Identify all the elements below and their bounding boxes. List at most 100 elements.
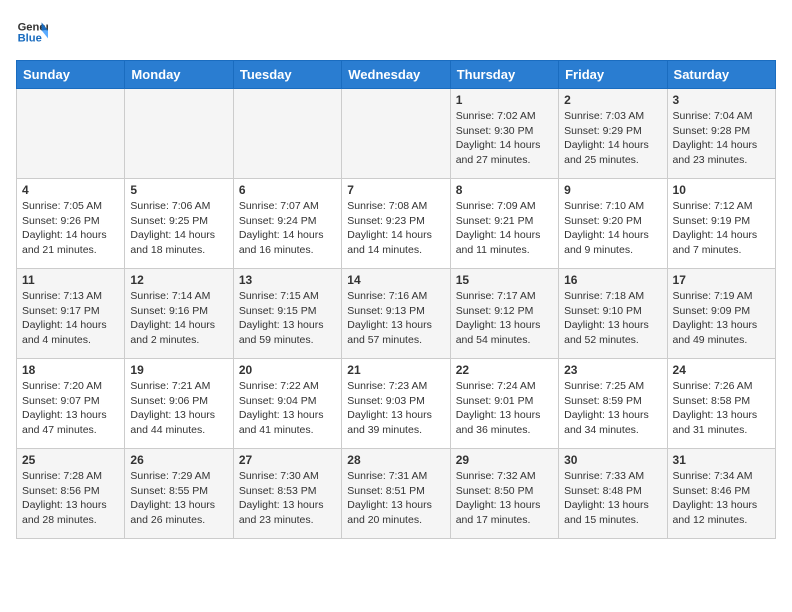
cell-content: Sunrise: 7:02 AM Sunset: 9:30 PM Dayligh… — [456, 109, 553, 168]
calendar-cell: 13Sunrise: 7:15 AM Sunset: 9:15 PM Dayli… — [233, 269, 341, 359]
cell-content: Sunrise: 7:10 AM Sunset: 9:20 PM Dayligh… — [564, 199, 661, 258]
calendar-cell: 16 Sunrise: 7:18 AM Sunset: 9:10 PM Dayli… — [559, 269, 667, 359]
cell-content: Sunrise: 7:18 AM Sunset: 9:10 PM Dayligh… — [564, 289, 661, 348]
calendar-cell: 2Sunrise: 7:03 AM Sunset: 9:29 PM Daylig… — [559, 89, 667, 179]
calendar-cell — [342, 89, 450, 179]
day-number: 15 — [456, 273, 553, 287]
day-number: 6 — [239, 183, 336, 197]
calendar-cell: 25Sunrise: 7:28 AM Sunset: 8:56 PM Dayli… — [17, 449, 125, 539]
cell-content: Sunrise: 7:24 AM Sunset: 9:01 PM Dayligh… — [456, 379, 553, 438]
day-number: 7 — [347, 183, 444, 197]
cell-content: Sunrise: 7:19 AM Sunset: 9:09 PM Dayligh… — [673, 289, 770, 348]
calendar-cell: 23 Sunrise: 7:25 AM Sunset: 8:59 PM Dayli… — [559, 359, 667, 449]
day-number: 9 — [564, 183, 661, 197]
header-row: SundayMondayTuesdayWednesdayThursdayFrid… — [17, 61, 776, 89]
cell-content: Sunrise: 7:23 AM Sunset: 9:03 PM Dayligh… — [347, 379, 444, 438]
day-number: 29 — [456, 453, 553, 467]
day-number: 1 — [456, 93, 553, 107]
calendar-cell — [17, 89, 125, 179]
calendar-cell: 12 Sunrise: 7:14 AM Sunset: 9:16 PM Dayli… — [125, 269, 233, 359]
day-number: 31 — [673, 453, 770, 467]
cell-content: Sunrise: 7:08 AM Sunset: 9:23 PM Dayligh… — [347, 199, 444, 258]
day-number: 14 — [347, 273, 444, 287]
svg-text:Blue: Blue — [18, 33, 42, 45]
day-number: 11 — [22, 273, 119, 287]
logo-icon: General Blue — [16, 16, 48, 48]
calendar-table: SundayMondayTuesdayWednesdayThursdayFrid… — [16, 60, 776, 539]
calendar-cell: 7 Sunrise: 7:08 AM Sunset: 9:23 PM Daylig… — [342, 179, 450, 269]
calendar-cell: 1 Sunrise: 7:02 AM Sunset: 9:30 PM Daylig… — [450, 89, 558, 179]
calendar-cell: 30Sunrise: 7:33 AM Sunset: 8:48 PM Dayli… — [559, 449, 667, 539]
calendar-cell: 17 Sunrise: 7:19 AM Sunset: 9:09 PM Dayli… — [667, 269, 775, 359]
cell-content: Sunrise: 7:21 AM Sunset: 9:06 PM Dayligh… — [130, 379, 227, 438]
calendar-cell: 20 Sunrise: 7:22 AM Sunset: 9:04 PM Dayli… — [233, 359, 341, 449]
cell-content: Sunrise: 7:17 AM Sunset: 9:12 PM Dayligh… — [456, 289, 553, 348]
cell-content: Sunrise: 7:20 AM Sunset: 9:07 PM Dayligh… — [22, 379, 119, 438]
header-day: Monday — [125, 61, 233, 89]
day-number: 20 — [239, 363, 336, 377]
day-number: 8 — [456, 183, 553, 197]
calendar-cell: 19Sunrise: 7:21 AM Sunset: 9:06 PM Dayli… — [125, 359, 233, 449]
cell-content: Sunrise: 7:28 AM Sunset: 8:56 PM Dayligh… — [22, 469, 119, 528]
calendar-cell: 18 Sunrise: 7:20 AM Sunset: 9:07 PM Dayli… — [17, 359, 125, 449]
calendar-cell: 15 Sunrise: 7:17 AM Sunset: 9:12 PM Dayli… — [450, 269, 558, 359]
calendar-cell: 9 Sunrise: 7:10 AM Sunset: 9:20 PM Daylig… — [559, 179, 667, 269]
calendar-cell: 10 Sunrise: 7:12 AM Sunset: 9:19 PM Dayli… — [667, 179, 775, 269]
day-number: 26 — [130, 453, 227, 467]
cell-content: Sunrise: 7:13 AM Sunset: 9:17 PM Dayligh… — [22, 289, 119, 348]
calendar-cell: 11 Sunrise: 7:13 AM Sunset: 9:17 PM Dayli… — [17, 269, 125, 359]
calendar-week-row: 18 Sunrise: 7:20 AM Sunset: 9:07 PM Dayli… — [17, 359, 776, 449]
day-number: 22 — [456, 363, 553, 377]
calendar-week-row: 11 Sunrise: 7:13 AM Sunset: 9:17 PM Dayli… — [17, 269, 776, 359]
cell-content: Sunrise: 7:22 AM Sunset: 9:04 PM Dayligh… — [239, 379, 336, 438]
header-day: Friday — [559, 61, 667, 89]
header-day: Wednesday — [342, 61, 450, 89]
day-number: 16 — [564, 273, 661, 287]
cell-content: Sunrise: 7:34 AM Sunset: 8:46 PM Dayligh… — [673, 469, 770, 528]
calendar-cell — [125, 89, 233, 179]
cell-content: Sunrise: 7:09 AM Sunset: 9:21 PM Dayligh… — [456, 199, 553, 258]
header-day: Thursday — [450, 61, 558, 89]
day-number: 3 — [673, 93, 770, 107]
calendar-week-row: 25Sunrise: 7:28 AM Sunset: 8:56 PM Dayli… — [17, 449, 776, 539]
day-number: 17 — [673, 273, 770, 287]
day-number: 4 — [22, 183, 119, 197]
day-number: 18 — [22, 363, 119, 377]
calendar-cell — [233, 89, 341, 179]
calendar-cell: 31 Sunrise: 7:34 AM Sunset: 8:46 PM Dayli… — [667, 449, 775, 539]
calendar-cell: 24Sunrise: 7:26 AM Sunset: 8:58 PM Dayli… — [667, 359, 775, 449]
day-number: 23 — [564, 363, 661, 377]
logo: General Blue — [16, 16, 48, 48]
header-day: Tuesday — [233, 61, 341, 89]
cell-content: Sunrise: 7:31 AM Sunset: 8:51 PM Dayligh… — [347, 469, 444, 528]
cell-content: Sunrise: 7:12 AM Sunset: 9:19 PM Dayligh… — [673, 199, 770, 258]
calendar-cell: 5Sunrise: 7:06 AM Sunset: 9:25 PM Daylig… — [125, 179, 233, 269]
header-day: Sunday — [17, 61, 125, 89]
calendar-cell: 8 Sunrise: 7:09 AM Sunset: 9:21 PM Daylig… — [450, 179, 558, 269]
calendar-cell: 14 Sunrise: 7:16 AM Sunset: 9:13 PM Dayli… — [342, 269, 450, 359]
cell-content: Sunrise: 7:05 AM Sunset: 9:26 PM Dayligh… — [22, 199, 119, 258]
day-number: 12 — [130, 273, 227, 287]
cell-content: Sunrise: 7:16 AM Sunset: 9:13 PM Dayligh… — [347, 289, 444, 348]
calendar-cell: 29 Sunrise: 7:32 AM Sunset: 8:50 PM Dayli… — [450, 449, 558, 539]
day-number: 24 — [673, 363, 770, 377]
calendar-cell: 6 Sunrise: 7:07 AM Sunset: 9:24 PM Daylig… — [233, 179, 341, 269]
day-number: 21 — [347, 363, 444, 377]
cell-content: Sunrise: 7:07 AM Sunset: 9:24 PM Dayligh… — [239, 199, 336, 258]
calendar-week-row: 4 Sunrise: 7:05 AM Sunset: 9:26 PM Daylig… — [17, 179, 776, 269]
calendar-cell: 21 Sunrise: 7:23 AM Sunset: 9:03 PM Dayli… — [342, 359, 450, 449]
cell-content: Sunrise: 7:14 AM Sunset: 9:16 PM Dayligh… — [130, 289, 227, 348]
cell-content: Sunrise: 7:25 AM Sunset: 8:59 PM Dayligh… — [564, 379, 661, 438]
calendar-cell: 28 Sunrise: 7:31 AM Sunset: 8:51 PM Dayli… — [342, 449, 450, 539]
calendar-cell: 27Sunrise: 7:30 AM Sunset: 8:53 PM Dayli… — [233, 449, 341, 539]
cell-content: Sunrise: 7:30 AM Sunset: 8:53 PM Dayligh… — [239, 469, 336, 528]
day-number: 30 — [564, 453, 661, 467]
cell-content: Sunrise: 7:32 AM Sunset: 8:50 PM Dayligh… — [456, 469, 553, 528]
calendar-cell: 3Sunrise: 7:04 AM Sunset: 9:28 PM Daylig… — [667, 89, 775, 179]
calendar-cell: 22 Sunrise: 7:24 AM Sunset: 9:01 PM Dayli… — [450, 359, 558, 449]
day-number: 28 — [347, 453, 444, 467]
calendar-cell: 4 Sunrise: 7:05 AM Sunset: 9:26 PM Daylig… — [17, 179, 125, 269]
page-header: General Blue — [16, 16, 776, 48]
day-number: 10 — [673, 183, 770, 197]
header-day: Saturday — [667, 61, 775, 89]
